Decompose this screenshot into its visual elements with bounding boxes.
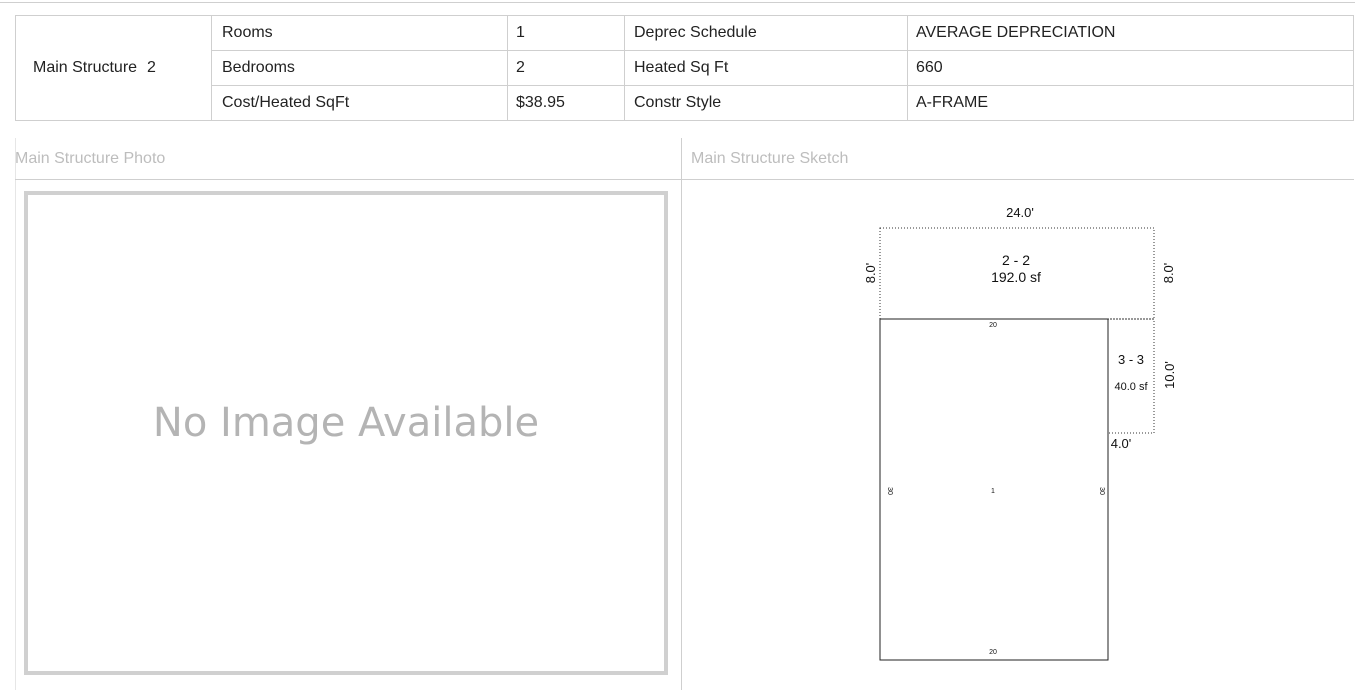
no-image-text: No Image Available — [152, 400, 540, 446]
area-3-label: 3 - 3 — [1118, 352, 1144, 367]
area-3-outline — [1108, 318, 1155, 434]
photo-placeholder: No Image Available — [24, 191, 668, 675]
attribute-label: Heated Sq Ft — [624, 50, 908, 86]
sketch-section-header: Main Structure Sketch — [681, 138, 1354, 180]
top-divider — [0, 2, 1355, 3]
attribute-value: 1 — [507, 15, 625, 51]
attribute-value: AVERAGE DEPRECIATION — [907, 15, 1354, 51]
section-divider — [681, 138, 682, 690]
structure-number: 2 — [147, 59, 156, 76]
table-row: Main Structure 2 Rooms 1 Deprec Schedule … — [15, 15, 1354, 121]
left-dimension: 8.0' — [863, 263, 878, 284]
attribute-value: A-FRAME — [907, 85, 1354, 121]
area-3-size: 40.0 sf — [1114, 381, 1148, 393]
table-row: Cost/Heated SqFt $38.95 Constr Style A-F… — [16, 85, 1354, 121]
area-1-right-dim: 30 — [1098, 487, 1105, 495]
attribute-value: 2 — [507, 50, 625, 86]
structure-attributes-table: Main Structure 2 Rooms 1 Deprec Schedule … — [15, 15, 1354, 121]
attribute-label: Deprec Schedule — [624, 15, 908, 51]
section-left-border — [15, 138, 16, 690]
attribute-label: Cost/Heated SqFt — [211, 85, 508, 121]
attribute-value: 660 — [907, 50, 1354, 86]
attribute-label: Bedrooms — [211, 50, 508, 86]
area-2-label: 2 - 2 — [1002, 252, 1030, 268]
right-dimension: 8.0' — [1161, 263, 1176, 284]
area-3-height: 10.0' — [1162, 361, 1177, 389]
photo-section-header: Main Structure Photo — [15, 138, 681, 180]
area-3-width: 4.0' — [1111, 436, 1132, 451]
area-1-left-dim: 30 — [886, 487, 893, 495]
structure-name: Main Structure — [33, 59, 138, 76]
attribute-value: $38.95 — [507, 85, 625, 121]
building-sketch: 24.0' 8.0' 8.0' 2 - 2 192.0 sf 3 - 3 40.… — [863, 205, 1177, 661]
area-1-top-dim: 20 — [989, 322, 997, 329]
area-1-center-label: 1 — [991, 488, 995, 495]
attribute-label: Rooms — [211, 15, 508, 51]
area-2-size: 192.0 sf — [991, 269, 1041, 285]
attribute-label: Constr Style — [624, 85, 908, 121]
top-dimension: 24.0' — [1006, 205, 1034, 220]
table-row: Bedrooms 2 Heated Sq Ft 660 — [16, 50, 1354, 86]
structure-name-cell: Main Structure 2 — [15, 15, 212, 121]
area-1-bottom-dim: 20 — [989, 649, 997, 656]
